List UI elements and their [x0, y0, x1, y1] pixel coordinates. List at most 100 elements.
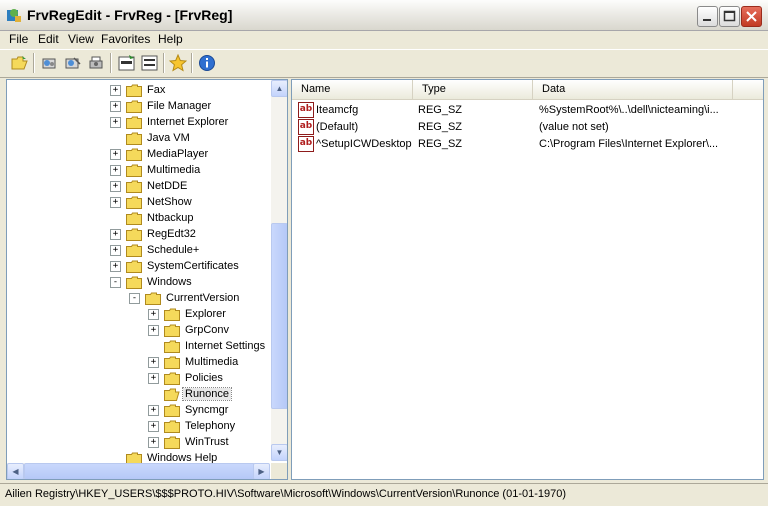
value-type: REG_SZ: [418, 121, 463, 133]
folder-icon: [126, 180, 142, 193]
tree-item[interactable]: + SystemCertificates: [110, 258, 241, 274]
expand-icon[interactable]: +: [110, 180, 121, 192]
expand-icon[interactable]: +: [148, 404, 159, 416]
scroll-thumb[interactable]: [271, 223, 287, 409]
expand-icon[interactable]: +: [110, 84, 121, 96]
toolbar-separator: [110, 53, 112, 73]
scroll-right-button[interactable]: ▶: [253, 463, 270, 479]
folder-icon: [164, 436, 180, 449]
tree-item[interactable]: + NetShow: [110, 194, 194, 210]
value-name: (Default): [316, 121, 359, 133]
expand-icon[interactable]: +: [148, 356, 159, 368]
column-name-header[interactable]: Name: [292, 80, 413, 99]
tree-item[interactable]: - Windows: [110, 274, 194, 290]
maximize-button[interactable]: [719, 6, 740, 27]
collapse-icon[interactable]: -: [110, 276, 121, 288]
tree-item[interactable]: Internet Settings: [148, 338, 267, 354]
open-button[interactable]: [10, 53, 30, 73]
expand-icon[interactable]: +: [110, 196, 121, 208]
binary-button[interactable]: [140, 53, 160, 73]
toolbar-separator: [163, 53, 165, 73]
list-item[interactable]: ab (Default) REG_SZ (value not set): [292, 119, 763, 135]
tree-item-label: Multimedia: [147, 164, 201, 176]
tree-item-label: GrpConv: [185, 324, 230, 336]
menu-help[interactable]: Help: [158, 32, 183, 46]
collapse-icon[interactable]: -: [129, 292, 140, 304]
scroll-left-button[interactable]: ◀: [7, 463, 24, 479]
tree-item[interactable]: + Internet Explorer: [110, 114, 230, 130]
tree-item[interactable]: + Multimedia: [148, 354, 240, 370]
favorites-button[interactable]: [168, 53, 188, 73]
folder-icon: [126, 212, 142, 225]
open-folder-icon: [164, 388, 180, 401]
minimize-button[interactable]: [697, 6, 718, 27]
menu-favorites[interactable]: Favorites: [101, 32, 150, 46]
tree-item[interactable]: Java VM: [110, 130, 192, 146]
tree-item[interactable]: + NetDDE: [110, 178, 189, 194]
tree-item[interactable]: + WinTrust: [148, 434, 231, 450]
tree-item[interactable]: + GrpConv: [148, 322, 231, 338]
tree-item[interactable]: + Syncmgr: [148, 402, 230, 418]
tree-item[interactable]: + File Manager: [110, 98, 213, 114]
folder-icon: [126, 228, 142, 241]
app-icon: [7, 9, 21, 22]
expand-icon[interactable]: +: [110, 100, 121, 112]
expand-icon[interactable]: +: [148, 372, 159, 384]
scroll-up-button[interactable]: ▲: [271, 80, 287, 97]
value-data: %SystemRoot%\..\dell\nicteaming\i...: [539, 104, 719, 116]
tree-item[interactable]: + Schedule+: [110, 242, 201, 258]
export-button[interactable]: [117, 53, 137, 73]
tree-item[interactable]: + Explorer: [148, 306, 228, 322]
tree-item[interactable]: - CurrentVersion: [129, 290, 241, 306]
disconnect-button[interactable]: [63, 53, 83, 73]
tree-item[interactable]: Runonce: [148, 386, 233, 402]
tree-item[interactable]: + Policies: [148, 370, 225, 386]
menu-edit[interactable]: Edit: [38, 32, 59, 46]
folder-icon: [126, 116, 142, 129]
folder-icon: [145, 292, 161, 305]
expand-icon[interactable]: +: [148, 436, 159, 448]
scroll-down-button[interactable]: ▼: [271, 444, 287, 461]
menu-file[interactable]: File: [9, 32, 28, 46]
folder-icon: [126, 244, 142, 257]
column-data-header[interactable]: Data: [533, 80, 733, 99]
expand-icon[interactable]: +: [148, 420, 159, 432]
expand-icon[interactable]: +: [110, 244, 121, 256]
tree-item-label: Schedule+: [147, 244, 200, 256]
print-button[interactable]: [86, 53, 106, 73]
expand-icon[interactable]: +: [148, 308, 159, 320]
value-type: REG_SZ: [418, 104, 463, 116]
tree-item-label: Syncmgr: [185, 404, 229, 416]
tree-item[interactable]: + RegEdt32: [110, 226, 198, 242]
expand-icon[interactable]: +: [110, 148, 121, 160]
folder-icon: [126, 260, 142, 273]
column-type-header[interactable]: Type: [413, 80, 533, 99]
value-name: ^SetupICWDesktop: [316, 138, 412, 150]
tree-item[interactable]: + MediaPlayer: [110, 146, 210, 162]
tree-vertical-scrollbar[interactable]: ▲ ▼: [271, 80, 287, 461]
scrollbar-corner: [271, 463, 287, 479]
tree-item[interactable]: + Telephony: [148, 418, 237, 434]
tree-item-label: Fax: [147, 84, 166, 96]
connect-button[interactable]: [40, 53, 60, 73]
expand-icon[interactable]: +: [110, 116, 121, 128]
tree-item-label: Internet Settings: [185, 340, 266, 352]
list-item[interactable]: ab Iteamcfg REG_SZ %SystemRoot%\..\dell\…: [292, 102, 763, 118]
menu-view[interactable]: View: [68, 32, 94, 46]
h-scroll-thumb[interactable]: [24, 463, 255, 479]
tree-item[interactable]: + Fax: [110, 82, 167, 98]
expand-icon[interactable]: +: [110, 260, 121, 272]
expand-icon[interactable]: +: [110, 228, 121, 240]
hkey-export-icon: [118, 55, 135, 71]
close-button[interactable]: [741, 6, 762, 27]
values-list[interactable]: Name Type Data ab Iteamcfg REG_SZ %Syste…: [291, 79, 764, 480]
list-item[interactable]: ab ^SetupICWDesktop REG_SZ C:\Program Fi…: [292, 136, 763, 152]
registry-tree[interactable]: + Fax + File Manager + Internet Explorer Java …: [6, 79, 288, 480]
tree-horizontal-scrollbar[interactable]: ◀ ▶: [7, 463, 270, 479]
about-button[interactable]: [197, 53, 217, 73]
expand-icon[interactable]: +: [110, 164, 121, 176]
tree-item[interactable]: + Multimedia: [110, 162, 202, 178]
folder-icon: [126, 276, 142, 289]
expand-icon[interactable]: +: [148, 324, 159, 336]
tree-item[interactable]: Ntbackup: [110, 210, 195, 226]
